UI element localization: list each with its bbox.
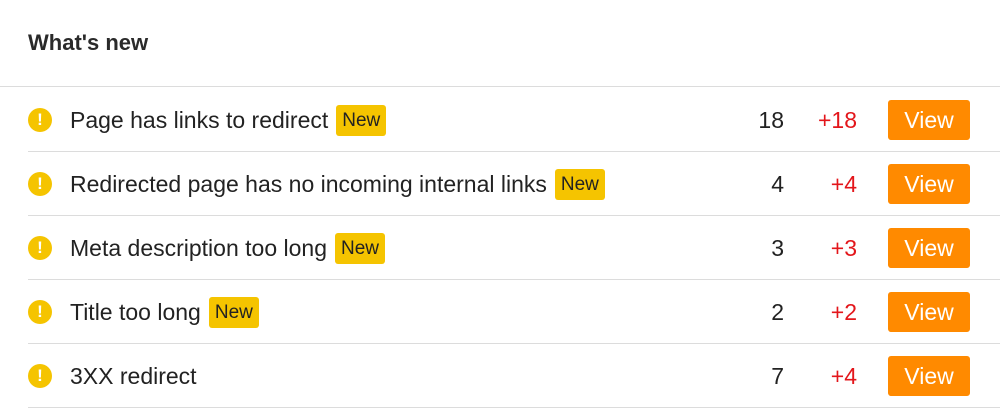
panel-header: What's new [0, 0, 1000, 87]
view-button[interactable]: View [888, 292, 970, 332]
issue-row: ! Title too long New 2 +2 View [28, 280, 1000, 344]
view-button[interactable]: View [888, 356, 970, 396]
new-badge: New [335, 232, 386, 264]
issue-row: ! 3XX redirect 7 +4 View [28, 344, 1000, 408]
issue-row: ! Meta description too long New 3 +3 Vie… [28, 216, 1000, 280]
new-badge: New [336, 104, 387, 136]
warning-icon: ! [28, 364, 52, 388]
issue-name-wrap: 3XX redirect [70, 361, 197, 391]
issue-delta: +3 [830, 235, 857, 261]
issue-delta: +18 [817, 107, 857, 133]
panel-title: What's new [28, 30, 149, 55]
view-button[interactable]: View [888, 164, 970, 204]
issue-name-wrap: Redirected page has no incoming internal… [70, 168, 605, 200]
warning-icon: ! [28, 172, 52, 196]
issue-count: 7 [771, 363, 784, 389]
issue-delta: +4 [830, 171, 857, 197]
new-badge: New [208, 296, 259, 328]
issue-list: ! Page has links to redirect New 18 +18 … [28, 88, 1000, 408]
issue-name: 3XX redirect [70, 363, 197, 389]
issue-name: Title too long [70, 299, 201, 325]
issue-name-wrap: Meta description too long New [70, 232, 386, 264]
issue-count: 4 [771, 171, 784, 197]
issue-row: ! Redirected page has no incoming intern… [28, 152, 1000, 216]
warning-icon: ! [28, 108, 52, 132]
issue-name-wrap: Title too long New [70, 296, 259, 328]
issue-delta: +4 [830, 363, 857, 389]
issue-count: 18 [758, 107, 784, 133]
whats-new-panel: What's new ! Page has links to redirect … [0, 0, 1000, 420]
issue-name: Redirected page has no incoming internal… [70, 171, 547, 197]
issue-name: Meta description too long [70, 235, 327, 261]
view-button[interactable]: View [888, 228, 970, 268]
warning-icon: ! [28, 236, 52, 260]
issue-name: Page has links to redirect [70, 107, 329, 133]
issue-count: 3 [771, 235, 784, 261]
new-badge: New [554, 168, 605, 200]
issue-row: ! Page has links to redirect New 18 +18 … [28, 88, 1000, 152]
issue-name-wrap: Page has links to redirect New [70, 104, 387, 136]
issue-delta: +2 [830, 299, 857, 325]
view-button[interactable]: View [888, 100, 970, 140]
issue-count: 2 [771, 299, 784, 325]
warning-icon: ! [28, 300, 52, 324]
